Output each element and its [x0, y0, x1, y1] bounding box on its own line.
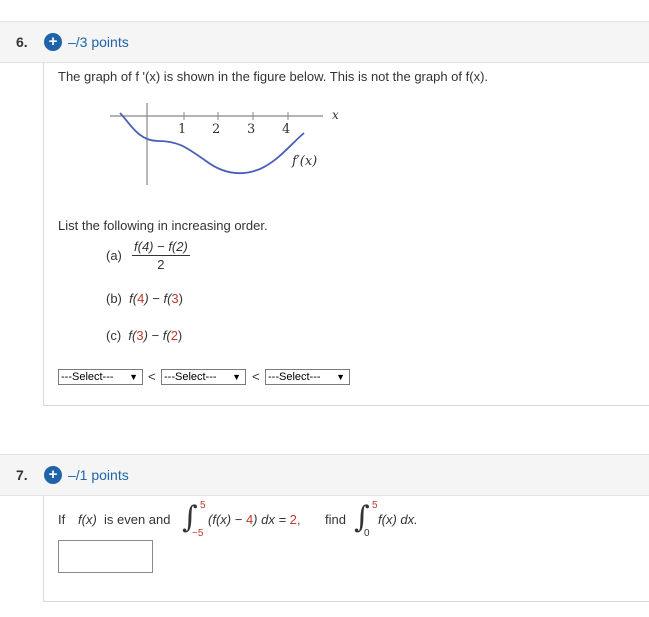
dropdown-arrow-icon: ▼	[336, 372, 345, 382]
integral-2-upper: 5	[372, 500, 378, 511]
tick-label-2: 2	[212, 122, 220, 137]
dropdown-arrow-icon: ▼	[232, 372, 241, 382]
question-7-header: 7. + –/1 points	[0, 454, 649, 496]
tick-label-3: 3	[247, 122, 255, 137]
integrand-1: (f(x) − 4) dx = 2,	[208, 512, 301, 527]
item-c-value-1: 3	[136, 328, 144, 343]
less-than-sign: <	[252, 369, 260, 384]
points-label: –/1 points	[68, 467, 129, 483]
tick-label-1: 1	[178, 122, 186, 137]
derivative-graph: x 1 2 3 4 f′(x)	[110, 103, 339, 185]
order-select-3[interactable]: ---Select--- ▼	[265, 369, 350, 385]
item-a-denominator: 2	[157, 257, 165, 272]
curve-label: f′(x)	[291, 154, 317, 169]
q7-prefix: If	[58, 512, 66, 527]
integral-1-upper: 5	[200, 500, 206, 511]
q7-find: find	[325, 512, 346, 527]
question-6-instruction: List the following in increasing order.	[58, 218, 268, 233]
less-than-sign: <	[148, 369, 156, 384]
item-b: (b) f(4) − f(3)	[106, 291, 183, 306]
item-c-value-2: 2	[170, 328, 178, 343]
item-c-label: (c)	[106, 328, 122, 343]
tick-label-4: 4	[282, 122, 290, 137]
item-a-fraction: f(4) − f(2) 2	[132, 239, 190, 272]
points-label: –/3 points	[68, 34, 129, 50]
q7-is-even-and: is even and	[104, 512, 171, 527]
expand-plus-icon[interactable]: +	[44, 466, 62, 484]
graph-x-label: x	[332, 108, 339, 122]
question-number: 6.	[16, 34, 28, 50]
item-b-value-2: 3	[171, 291, 179, 306]
item-c: (c) f(3) − f(2)	[106, 328, 183, 343]
q7-fx: f(x)	[78, 512, 97, 527]
expand-plus-icon[interactable]: +	[44, 33, 62, 51]
dropdown-arrow-icon: ▼	[129, 372, 138, 382]
question-6-prompt: The graph of f '(x) is shown in the figu…	[58, 69, 489, 84]
order-select-1[interactable]: ---Select--- ▼	[58, 369, 143, 385]
integrand-2: f(x) dx.	[378, 512, 418, 527]
question-number: 7.	[16, 467, 28, 483]
order-select-2[interactable]: ---Select--- ▼	[161, 369, 246, 385]
item-a-numerator: f(4) − f(2)	[132, 239, 190, 256]
question-6-header: 6. + –/3 points	[0, 21, 649, 63]
integral-1-lower: −5	[192, 528, 204, 539]
item-b-label: (b)	[106, 291, 122, 306]
integral-2-lower: 0	[364, 528, 370, 539]
integral-1-result: 2,	[289, 512, 301, 527]
item-a-label: (a)	[106, 248, 122, 263]
answer-input[interactable]	[58, 540, 153, 573]
